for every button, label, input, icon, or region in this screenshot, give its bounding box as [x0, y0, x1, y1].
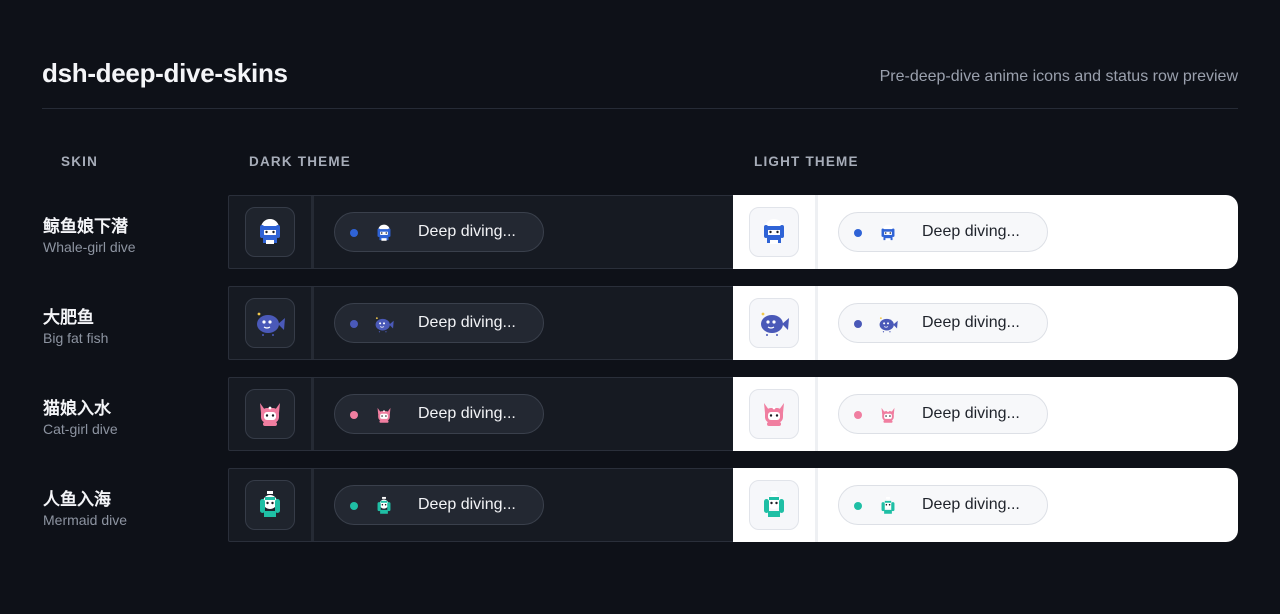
skin-subtitle: Big fat fish	[43, 330, 109, 346]
skin-name: 鲸鱼娘下潜	[43, 217, 128, 237]
status-text: Deep diving...	[922, 314, 1020, 331]
cat-girl-icon	[877, 404, 899, 426]
status-pill: Deep diving...	[838, 394, 1048, 434]
panel-divider	[815, 195, 818, 269]
dark-theme-preview: Deep diving...	[228, 195, 734, 269]
status-dot	[854, 229, 862, 237]
dark-theme-preview: Deep diving...	[228, 468, 734, 542]
mermaid-icon	[749, 480, 799, 530]
status-pill: Deep diving...	[334, 485, 544, 525]
column-header-skin: SKIN	[61, 154, 99, 169]
status-text: Deep diving...	[418, 223, 516, 240]
whale-girl-icon	[373, 222, 395, 244]
whale-girl-icon	[877, 222, 899, 244]
status-pill: Deep diving...	[838, 485, 1048, 525]
light-theme-preview: Deep diving...	[733, 377, 1238, 451]
skin-name: 猫娘入水	[43, 399, 111, 419]
skin-row: 大肥鱼 Big fat fish Deep diving... Deep div…	[0, 286, 1280, 360]
status-dot	[854, 411, 862, 419]
panel-divider	[311, 196, 314, 268]
skin-name: 人鱼入海	[43, 490, 111, 510]
light-theme-preview: Deep diving...	[733, 468, 1238, 542]
fat-fish-icon	[749, 298, 799, 348]
page-subtitle: Pre-deep-dive anime icons and status row…	[879, 68, 1238, 85]
light-theme-preview: Deep diving...	[733, 286, 1238, 360]
status-dot	[350, 411, 358, 419]
status-dot	[350, 229, 358, 237]
status-text: Deep diving...	[922, 223, 1020, 240]
panel-divider	[815, 286, 818, 360]
status-text: Deep diving...	[418, 314, 516, 331]
mermaid-icon	[245, 480, 295, 530]
page-header: dsh-deep-dive-skins Pre-deep-dive anime …	[42, 56, 1238, 109]
panel-divider	[815, 468, 818, 542]
status-dot	[854, 502, 862, 510]
skin-name: 大肥鱼	[43, 308, 94, 328]
page-title: dsh-deep-dive-skins	[42, 58, 288, 88]
status-pill: Deep diving...	[334, 303, 544, 343]
panel-divider	[815, 377, 818, 451]
status-text: Deep diving...	[418, 405, 516, 422]
cat-girl-icon	[245, 389, 295, 439]
status-dot	[350, 320, 358, 328]
cat-girl-icon	[373, 404, 395, 426]
fat-fish-icon	[877, 313, 899, 335]
skin-subtitle: Cat-girl dive	[43, 421, 118, 437]
skin-subtitle: Whale-girl dive	[43, 239, 136, 255]
panel-divider	[311, 378, 314, 450]
status-dot	[854, 320, 862, 328]
status-pill: Deep diving...	[334, 394, 544, 434]
panel-divider	[311, 469, 314, 541]
skin-row: 人鱼入海 Mermaid dive Deep diving... Deep di…	[0, 468, 1280, 542]
cat-girl-icon	[749, 389, 799, 439]
dark-theme-preview: Deep diving...	[228, 377, 734, 451]
status-text: Deep diving...	[922, 496, 1020, 513]
fat-fish-icon	[245, 298, 295, 348]
skin-row: 鲸鱼娘下潜 Whale-girl dive Deep diving... Dee…	[0, 195, 1280, 269]
fat-fish-icon	[373, 313, 395, 335]
skin-row: 猫娘入水 Cat-girl dive Deep diving... Deep d…	[0, 377, 1280, 451]
whale-girl-icon	[245, 207, 295, 257]
status-pill: Deep diving...	[838, 303, 1048, 343]
skin-subtitle: Mermaid dive	[43, 512, 128, 528]
mermaid-icon	[877, 495, 899, 517]
whale-girl-icon	[749, 207, 799, 257]
panel-divider	[311, 287, 314, 359]
light-theme-preview: Deep diving...	[733, 195, 1238, 269]
status-pill: Deep diving...	[334, 212, 544, 252]
status-text: Deep diving...	[922, 405, 1020, 422]
dark-theme-preview: Deep diving...	[228, 286, 734, 360]
column-header-light-theme: LIGHT THEME	[754, 154, 859, 169]
status-text: Deep diving...	[418, 496, 516, 513]
mermaid-icon	[373, 495, 395, 517]
status-dot	[350, 502, 358, 510]
status-pill: Deep diving...	[838, 212, 1048, 252]
column-header-dark-theme: DARK THEME	[249, 154, 351, 169]
